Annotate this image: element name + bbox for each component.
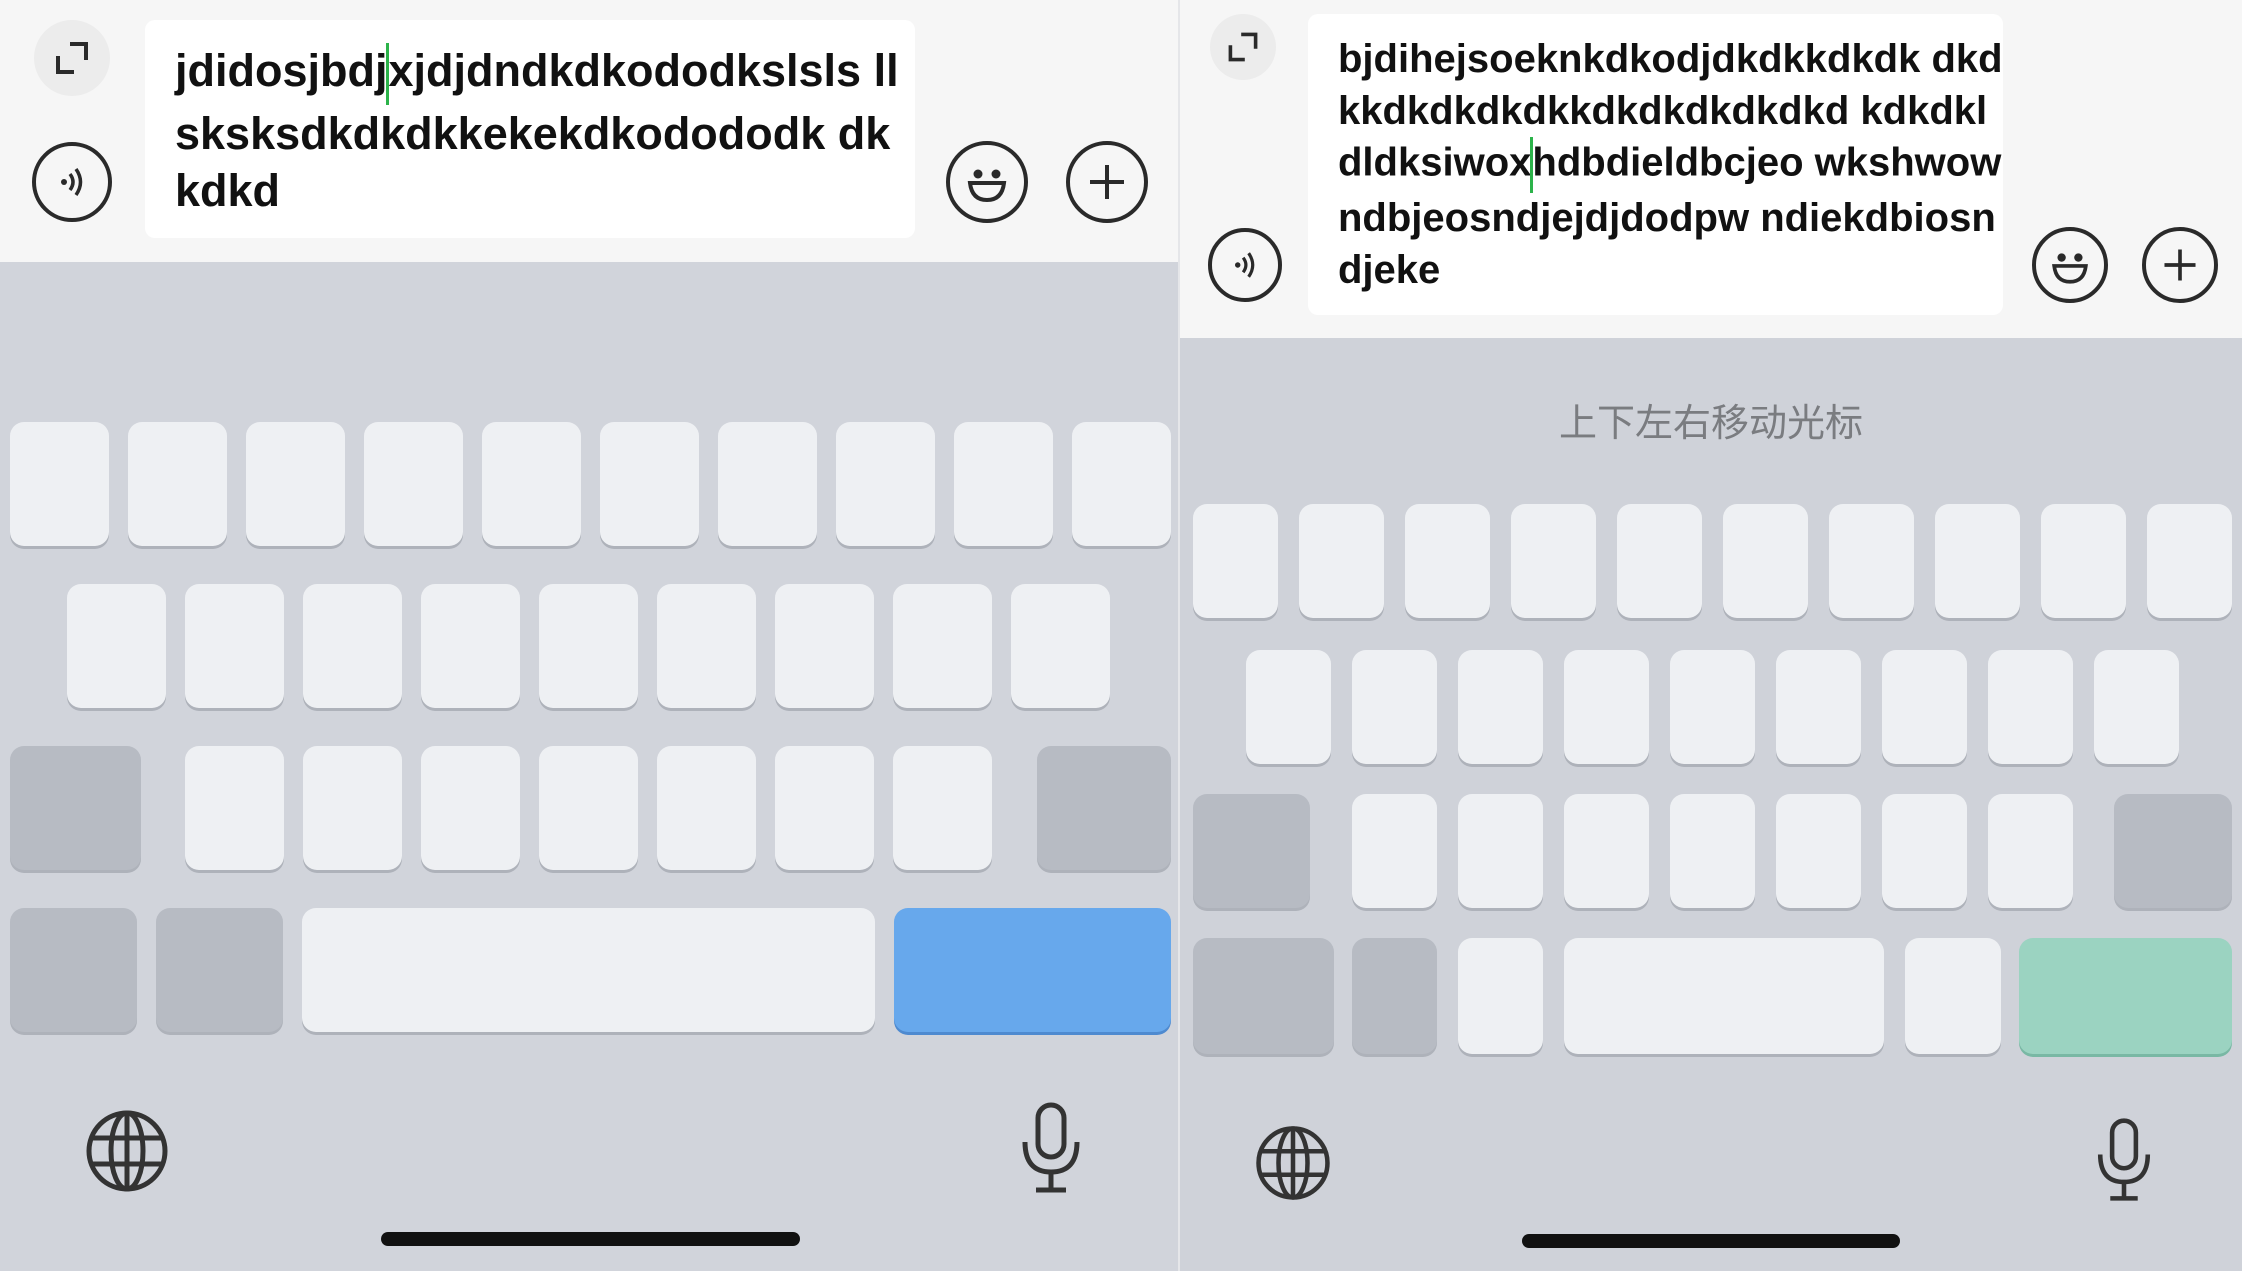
microphone-icon[interactable] <box>2092 1116 2156 1204</box>
key[interactable] <box>185 584 284 708</box>
key[interactable] <box>1670 650 1755 764</box>
key[interactable] <box>1193 504 1278 618</box>
key[interactable] <box>2041 504 2126 618</box>
key[interactable] <box>1072 422 1171 546</box>
key[interactable] <box>185 746 284 870</box>
message-text-field[interactable]: bjdihejsoeknkdkodjdkdkkdkdk dkdkkdkdkdkd… <box>1308 14 2003 315</box>
key[interactable] <box>1988 650 2073 764</box>
key[interactable] <box>539 746 638 870</box>
key[interactable] <box>1905 938 2001 1054</box>
expand-icon[interactable] <box>34 20 110 96</box>
emoji-icon[interactable] <box>946 141 1028 223</box>
key[interactable] <box>364 422 463 546</box>
plus-icon[interactable] <box>2142 227 2218 303</box>
numbers-key[interactable] <box>10 908 137 1032</box>
key[interactable] <box>1458 794 1543 908</box>
key[interactable] <box>1299 504 1384 618</box>
key[interactable] <box>893 746 992 870</box>
key[interactable] <box>1776 650 1861 764</box>
key[interactable] <box>67 584 166 708</box>
key[interactable] <box>1564 650 1649 764</box>
key[interactable] <box>1882 650 1967 764</box>
key[interactable] <box>1564 794 1649 908</box>
key[interactable] <box>421 746 520 870</box>
key[interactable] <box>1988 794 2073 908</box>
delete-key[interactable] <box>1037 746 1171 870</box>
home-indicator <box>381 1232 800 1246</box>
key[interactable] <box>2094 650 2179 764</box>
numbers-key[interactable] <box>1193 938 1334 1054</box>
key[interactable] <box>775 584 874 708</box>
key[interactable] <box>718 422 817 546</box>
space-key[interactable] <box>1564 938 1884 1054</box>
key[interactable] <box>600 422 699 546</box>
key[interactable] <box>1511 504 1596 618</box>
voice-icon[interactable] <box>32 142 112 222</box>
input-bar: bjdihejsoeknkdkodjdkdkkdkdk dkdkkdkdkdkd… <box>1180 0 2242 338</box>
key[interactable] <box>1405 504 1490 618</box>
key[interactable] <box>539 584 638 708</box>
key[interactable] <box>10 422 109 546</box>
key[interactable] <box>2147 504 2232 618</box>
text-before-caret: jdidosjbdj <box>175 45 388 96</box>
cursor-move-hint: 上下左右移动光标 <box>1558 403 1863 445</box>
symbols-key[interactable] <box>1352 938 1437 1054</box>
key[interactable] <box>1723 504 1808 618</box>
right-screenshot-panel: bjdihejsoeknkdkodjdkdkkdkdk dkdkkdkdkdkd… <box>1180 0 2242 1271</box>
key[interactable] <box>954 422 1053 546</box>
key[interactable] <box>1829 504 1914 618</box>
key[interactable] <box>836 422 935 546</box>
key[interactable] <box>482 422 581 546</box>
key[interactable] <box>246 422 345 546</box>
return-key[interactable] <box>894 908 1171 1032</box>
key[interactable] <box>775 746 874 870</box>
key[interactable] <box>657 746 756 870</box>
key[interactable] <box>1617 504 1702 618</box>
key[interactable] <box>657 584 756 708</box>
home-indicator <box>1522 1234 1900 1248</box>
delete-key[interactable] <box>2114 794 2232 908</box>
key[interactable] <box>1011 584 1110 708</box>
expand-icon[interactable] <box>1210 14 1276 80</box>
key[interactable] <box>1458 650 1543 764</box>
key[interactable] <box>303 584 402 708</box>
shift-key[interactable] <box>10 746 141 870</box>
key[interactable] <box>893 584 992 708</box>
globe-icon[interactable] <box>1254 1124 1332 1202</box>
key[interactable] <box>421 584 520 708</box>
space-key[interactable] <box>302 908 875 1032</box>
plus-icon[interactable] <box>1066 141 1148 223</box>
key[interactable] <box>303 746 402 870</box>
message-text-field[interactable]: jdidosjbdjxjdjdndkdkododkslsls llsksksdk… <box>145 20 915 238</box>
emoji-icon[interactable] <box>2032 227 2108 303</box>
key[interactable] <box>1776 794 1861 908</box>
key[interactable] <box>1352 650 1437 764</box>
input-bar: jdidosjbdjxjdjdndkdkododkslsls llsksksdk… <box>0 0 1178 262</box>
microphone-icon[interactable] <box>1016 1100 1086 1196</box>
key[interactable] <box>128 422 227 546</box>
key[interactable] <box>1246 650 1331 764</box>
shift-key[interactable] <box>1193 794 1310 908</box>
key[interactable] <box>1935 504 2020 618</box>
key[interactable] <box>1458 938 1543 1054</box>
symbols-key[interactable] <box>156 908 283 1032</box>
key[interactable] <box>1352 794 1437 908</box>
key[interactable] <box>1882 794 1967 908</box>
globe-icon[interactable] <box>84 1108 170 1194</box>
return-key[interactable] <box>2019 938 2232 1054</box>
left-screenshot-panel: jdidosjbdjxjdjdndkdkododkslsls llsksksdk… <box>0 0 1178 1271</box>
key[interactable] <box>1670 794 1755 908</box>
voice-icon[interactable] <box>1208 228 1282 302</box>
